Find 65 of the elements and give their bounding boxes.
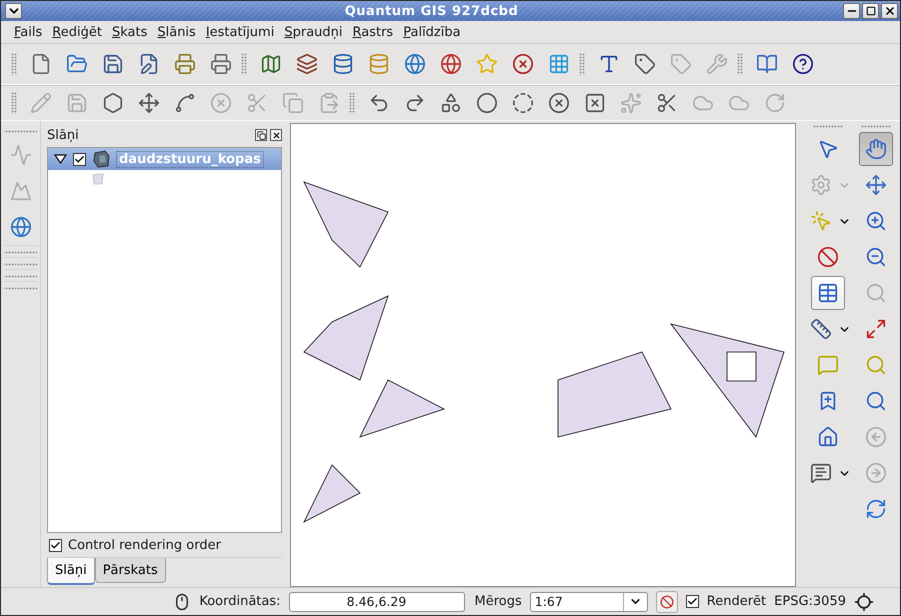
toolbar-handle[interactable] [579, 53, 585, 75]
coordinates-field[interactable]: 8.46,6.29 [288, 592, 464, 612]
panel-title: Slāņi [47, 128, 80, 142]
expand-triangle-icon[interactable] [54, 154, 67, 164]
ruler-icon [810, 318, 832, 340]
panel-tab[interactable]: Pārskats [94, 558, 166, 583]
speech-bubble-icon [817, 354, 839, 376]
menu-item[interactable]: Skats [106, 24, 152, 40]
close-button[interactable] [270, 129, 282, 141]
no-entry-icon [660, 594, 674, 608]
crs-label[interactable]: EPSG:3059 [774, 594, 846, 609]
panel-tab[interactable]: Slāņi [47, 558, 95, 585]
layer-name: daudzstuuru_kopas [116, 150, 264, 168]
magnifier-icon [865, 354, 887, 376]
hand-button[interactable] [859, 132, 893, 166]
menu-item[interactable]: Palīdzība [398, 24, 466, 40]
float-button[interactable] [255, 129, 267, 141]
checkbox[interactable] [73, 152, 86, 166]
pointer-icon [817, 138, 839, 160]
float-icon [256, 130, 266, 140]
hand-icon [865, 138, 887, 160]
toolbar-handle[interactable] [11, 53, 17, 75]
table-button[interactable] [811, 276, 845, 310]
menu-item[interactable]: Fails [9, 24, 48, 40]
text-bubble-icon [810, 462, 832, 484]
zoom-out-icon [865, 246, 887, 268]
polygon-layer-icon [92, 150, 110, 168]
crosshair-icon[interactable] [854, 592, 874, 612]
gear-icon [810, 174, 832, 196]
magnifier-icon [865, 390, 887, 412]
window-menu-button[interactable] [5, 3, 22, 19]
minimize-button[interactable] [843, 3, 860, 19]
zoom-in-icon [865, 210, 887, 232]
table-icon [817, 282, 839, 304]
window-title: Quantum GIS 927dcbd [344, 4, 520, 18]
magnifier-icon [865, 282, 887, 304]
expand-icon [865, 318, 887, 340]
house-icon [817, 426, 839, 448]
toolbar-handle[interactable] [11, 92, 17, 114]
scale-combobox[interactable]: 1:67 [530, 592, 648, 612]
stop-render-button[interactable] [656, 590, 678, 612]
toolbar-handle[interactable] [737, 53, 743, 75]
no-entry-icon [817, 246, 839, 268]
checkbox[interactable] [686, 595, 699, 608]
refresh-icon [865, 498, 887, 520]
menu-item[interactable]: Iestatījumi [200, 24, 280, 40]
legend-symbol [92, 173, 104, 185]
toolbar-handle[interactable] [349, 92, 355, 114]
maximize-icon [866, 6, 876, 16]
menu-item[interactable]: Slānis [152, 24, 201, 40]
maximize-button[interactable] [862, 3, 879, 19]
render-label: Renderēt [706, 594, 766, 609]
scale-label: Mērogs [474, 594, 522, 609]
menu-item[interactable]: Rediģēt [47, 24, 107, 40]
checkbox-label: Control rendering order [68, 538, 221, 552]
select-pointer-icon [810, 210, 832, 232]
checkbox[interactable] [49, 538, 62, 552]
menu-item[interactable]: Spraudņi [279, 24, 348, 40]
close-icon [272, 130, 280, 140]
close-icon [884, 5, 896, 17]
coordinates-label: Koordinātas: [199, 594, 280, 609]
menu-item[interactable]: Rastrs [348, 24, 398, 40]
toolbar-handle[interactable] [241, 53, 247, 75]
close-button[interactable] [881, 3, 898, 19]
move-icon [865, 174, 887, 196]
